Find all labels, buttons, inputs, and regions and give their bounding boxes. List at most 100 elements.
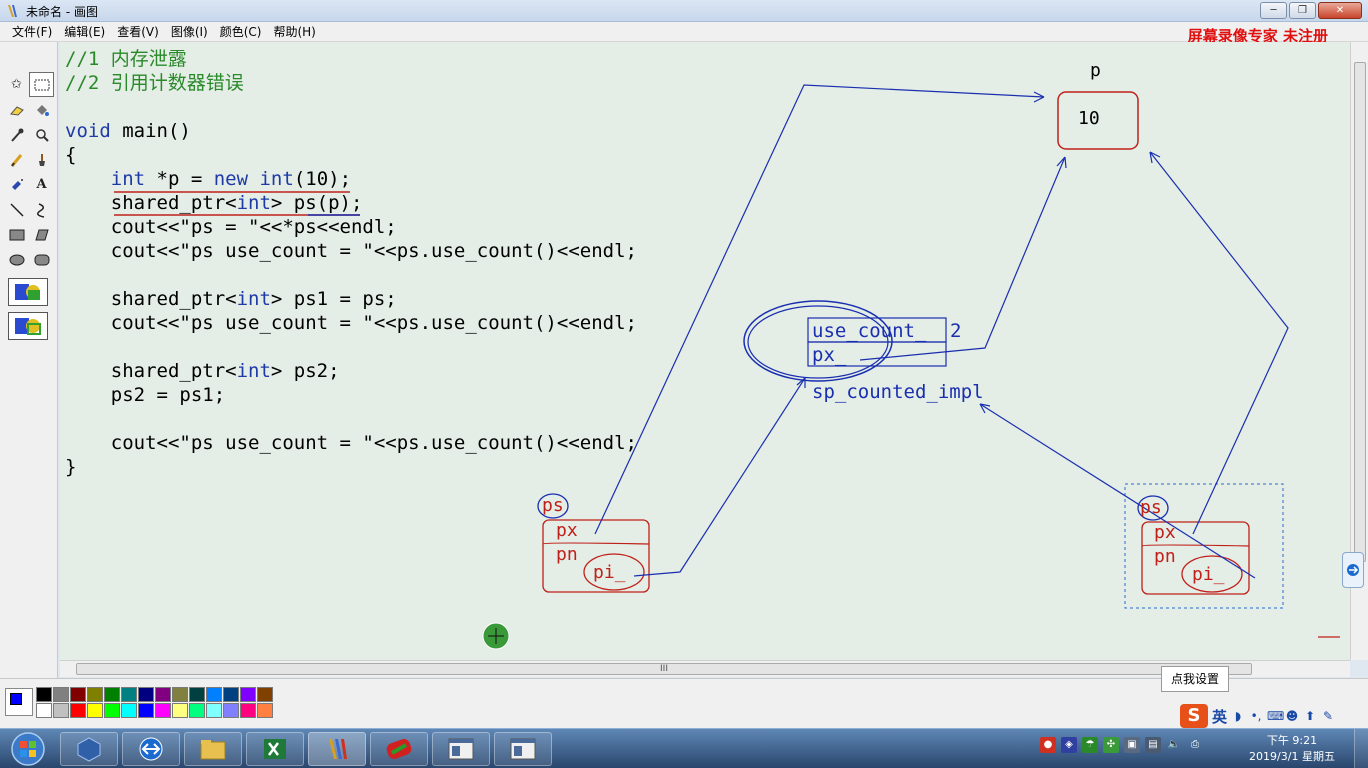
right-pi-label: pi_	[1192, 564, 1225, 585]
user-icon[interactable]: ☻	[1285, 709, 1299, 723]
palette-swatch[interactable]	[155, 703, 171, 718]
palette-swatch[interactable]	[257, 703, 273, 718]
menu-file[interactable]: 文件(F)	[6, 23, 58, 40]
eraser-tool-icon[interactable]	[4, 97, 29, 122]
arrow-ps-px-to-p	[594, 84, 1045, 535]
palette-swatch[interactable]	[155, 687, 171, 702]
palette-swatch[interactable]	[172, 703, 188, 718]
rounded-rect-tool-icon[interactable]	[29, 247, 54, 272]
horizontal-scrollbar[interactable]: III	[60, 660, 1350, 677]
palette-swatch[interactable]	[121, 687, 137, 702]
taskbar-excel-icon[interactable]	[246, 732, 304, 766]
keyboard-icon[interactable]: ⌨	[1267, 709, 1284, 723]
taskbar-window-icon-1[interactable]	[432, 732, 490, 766]
diagram-drawing	[114, 84, 1340, 650]
brush-tool-icon[interactable]	[29, 147, 54, 172]
taskbar-virtualbox-icon[interactable]	[60, 732, 118, 766]
magnifier-tool-icon[interactable]	[29, 122, 54, 147]
show-desktop-button[interactable]	[1354, 729, 1368, 768]
use-count-value: 2	[950, 320, 962, 342]
fill-tool-icon[interactable]	[29, 97, 54, 122]
skin-icon[interactable]: ⬆	[1303, 709, 1317, 723]
airbrush-tool-icon[interactable]	[4, 172, 29, 197]
transparent-mode-icon[interactable]	[8, 312, 48, 340]
text-tool-icon[interactable]: A	[29, 172, 54, 197]
color-picker-tool-icon[interactable]	[4, 122, 29, 147]
palette-swatch[interactable]	[87, 703, 103, 718]
opaque-mode-icon[interactable]	[8, 278, 48, 306]
sogou-logo-icon[interactable]: S	[1180, 704, 1208, 728]
menu-view[interactable]: 查看(V)	[111, 23, 165, 40]
palette-swatch[interactable]	[36, 687, 52, 702]
free-select-tool-icon[interactable]: ✩	[4, 72, 29, 97]
punctuation-icon[interactable]: •,	[1249, 709, 1263, 723]
ellipse-tool-icon[interactable]	[4, 247, 29, 272]
taskbar-explorer-icon[interactable]	[184, 732, 242, 766]
polygon-tool-icon[interactable]	[29, 222, 54, 247]
palette-swatch[interactable]	[121, 703, 137, 718]
palette-swatch[interactable]	[70, 703, 86, 718]
palette-swatch[interactable]	[104, 687, 120, 702]
taskbar-teamviewer-icon[interactable]	[122, 732, 180, 766]
palette-swatch[interactable]	[223, 687, 239, 702]
palette-swatch[interactable]	[240, 703, 256, 718]
teamviewer-side-tab-icon[interactable]	[1342, 552, 1364, 588]
close-button[interactable]: ✕	[1318, 2, 1362, 19]
tray-volume-icon[interactable]: 🔈	[1166, 737, 1182, 753]
half-width-icon[interactable]: ◗	[1231, 709, 1245, 723]
minimize-button[interactable]: ─	[1260, 2, 1287, 19]
tray-recorder-icon[interactable]: ●	[1040, 737, 1056, 753]
palette-swatch[interactable]	[206, 703, 222, 718]
right-ps-label: ps	[1140, 497, 1162, 518]
palette-swatch[interactable]	[206, 687, 222, 702]
palette-swatch[interactable]	[138, 687, 154, 702]
palette-swatch[interactable]	[240, 687, 256, 702]
start-button-icon[interactable]	[2, 731, 54, 767]
canvas-area[interactable]: //1 内存泄露//2 引用计数器错误 void main(){ int *p =…	[60, 42, 1350, 660]
menu-colors[interactable]: 颜色(C)	[214, 23, 268, 40]
current-colors[interactable]	[5, 688, 33, 716]
menu-help[interactable]: 帮助(H)	[267, 23, 321, 40]
pencil-tool-icon[interactable]	[4, 147, 29, 172]
restore-button[interactable]: ❐	[1289, 2, 1316, 19]
use-count-label: use_count_	[812, 320, 927, 342]
palette-swatch[interactable]	[189, 687, 205, 702]
palette-swatch[interactable]	[87, 687, 103, 702]
palette-swatch[interactable]	[138, 703, 154, 718]
taskbar: ● ◈ ☂ ✣ ▣ ▤ 🔈 ⎙ 下午 9:21 2019/3/1 星期五	[0, 728, 1368, 768]
taskbar-window-icon-2[interactable]	[494, 732, 552, 766]
vertical-scroll-thumb[interactable]	[1354, 62, 1366, 562]
palette-swatch[interactable]	[223, 703, 239, 718]
tray-monitor-icon[interactable]: ▣	[1124, 737, 1140, 753]
taskbar-paint-icon[interactable]	[308, 732, 366, 766]
palette-swatch[interactable]	[70, 687, 86, 702]
palette-swatch[interactable]	[36, 703, 52, 718]
tray-device-icon[interactable]: ⎙	[1187, 737, 1203, 753]
ime-language[interactable]: 英	[1212, 706, 1227, 727]
horizontal-scroll-thumb[interactable]: III	[76, 663, 1252, 675]
tray-umbrella-icon[interactable]: ☂	[1082, 737, 1098, 753]
system-tray: ● ◈ ☂ ✣ ▣ ▤ 🔈 ⎙	[1040, 737, 1203, 753]
curve-tool-icon[interactable]	[29, 197, 54, 222]
palette-swatch[interactable]	[257, 687, 273, 702]
system-clock[interactable]: 下午 9:21 2019/3/1 星期五	[1242, 733, 1342, 765]
menu-bar: 文件(F) 编辑(E) 查看(V) 图像(I) 颜色(C) 帮助(H)	[0, 22, 1368, 42]
left-px-label: px	[556, 520, 578, 541]
rectangle-tool-icon[interactable]	[4, 222, 29, 247]
line-tool-icon[interactable]	[4, 197, 29, 222]
tray-app-icon[interactable]: ◈	[1061, 737, 1077, 753]
palette-swatch[interactable]	[53, 703, 69, 718]
palette-swatch[interactable]	[53, 687, 69, 702]
menu-edit[interactable]: 编辑(E)	[58, 23, 111, 40]
palette-swatch[interactable]	[172, 687, 188, 702]
palette-swatch[interactable]	[189, 703, 205, 718]
tools-icon[interactable]: ✎	[1321, 709, 1335, 723]
drawing-canvas[interactable]: //1 内存泄露//2 引用计数器错误 void main(){ int *p =…	[60, 42, 1350, 660]
taskbar-recorder-icon[interactable]	[370, 732, 428, 766]
tray-network-icon[interactable]: ✣	[1103, 737, 1119, 753]
tray-display-icon[interactable]: ▤	[1145, 737, 1161, 753]
menu-image[interactable]: 图像(I)	[165, 23, 214, 40]
rect-select-tool-icon[interactable]	[29, 72, 54, 97]
window-title: 未命名 - 画图	[26, 5, 98, 19]
palette-swatch[interactable]	[104, 703, 120, 718]
